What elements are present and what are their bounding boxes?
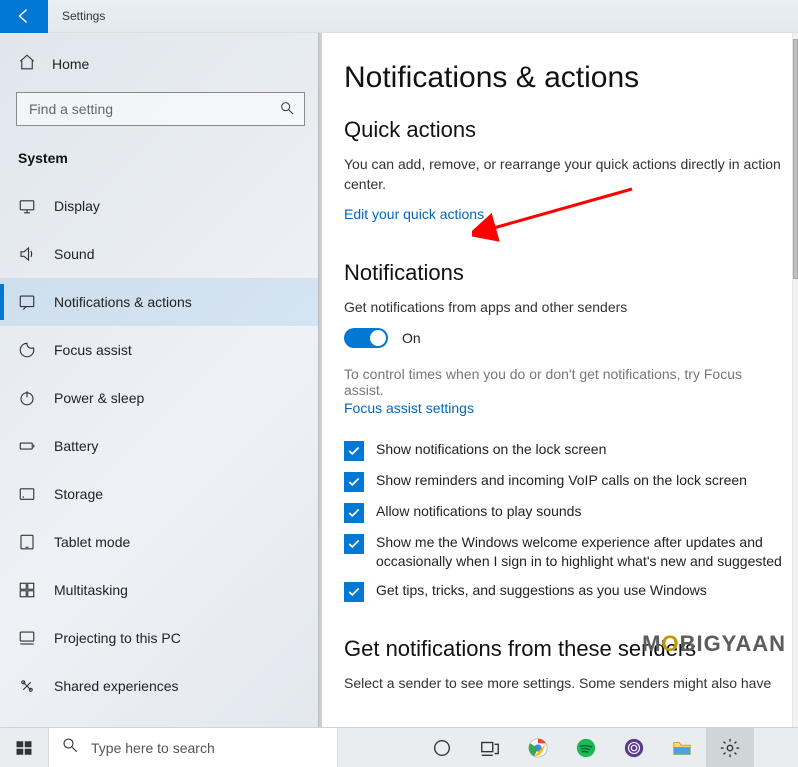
sound-icon — [18, 245, 36, 263]
sidebar: Home System Display Sound — [0, 33, 322, 727]
check-label: Get tips, tricks, and suggestions as you… — [376, 581, 707, 600]
check-label: Show me the Windows welcome experience a… — [376, 533, 784, 571]
tablet-icon — [18, 533, 36, 551]
checkbox-checked-icon — [344, 441, 364, 461]
back-button[interactable] — [0, 0, 48, 33]
nav-item-tablet-mode[interactable]: Tablet mode — [0, 518, 321, 566]
taskbar-settings[interactable] — [706, 728, 754, 767]
nav-item-label: Battery — [54, 438, 98, 454]
page-title: Notifications & actions — [344, 61, 788, 95]
check-welcome-experience[interactable]: Show me the Windows welcome experience a… — [344, 533, 784, 571]
notifications-icon — [18, 293, 36, 311]
nav-item-label: Notifications & actions — [54, 294, 192, 310]
nav-item-label: Display — [54, 198, 100, 214]
taskbar-tor[interactable] — [610, 728, 658, 767]
window-title: Settings — [62, 9, 105, 23]
taskbar-search[interactable]: Type here to search — [48, 728, 338, 767]
title-bar: Settings — [0, 0, 798, 33]
quick-actions-heading: Quick actions — [344, 117, 788, 143]
check-label: Allow notifications to play sounds — [376, 502, 581, 521]
focus-assist-hint: To control times when you do or don't ge… — [344, 366, 784, 398]
search-icon — [61, 736, 79, 759]
nav-item-shared-experiences[interactable]: Shared experiences — [0, 662, 321, 710]
taskbar-chrome[interactable] — [514, 728, 562, 767]
content-pane: Notifications & actions Quick actions Yo… — [322, 33, 798, 727]
home-icon — [18, 53, 36, 74]
taskbar-cortana[interactable] — [418, 728, 466, 767]
search-icon — [279, 100, 295, 121]
sidebar-nav: Display Sound Notifications & actions Fo… — [0, 182, 321, 727]
taskview-icon — [479, 737, 501, 759]
spotify-icon — [575, 737, 597, 759]
check-label: Show notifications on the lock screen — [376, 440, 606, 459]
checkbox-checked-icon — [344, 534, 364, 554]
tor-icon — [623, 737, 645, 759]
focus-assist-settings-link[interactable]: Focus assist settings — [344, 400, 474, 416]
power-icon — [18, 389, 36, 407]
nav-item-label: Multitasking — [54, 582, 128, 598]
checkbox-checked-icon — [344, 503, 364, 523]
watermark-text: MOBIGYAAN — [642, 631, 786, 657]
nav-item-display[interactable]: Display — [0, 182, 321, 230]
nav-item-battery[interactable]: Battery — [0, 422, 321, 470]
nav-home-label: Home — [52, 56, 89, 72]
taskbar: Type here to search — [0, 727, 798, 767]
content-scrollbar[interactable] — [792, 33, 798, 727]
nav-item-storage[interactable]: Storage — [0, 470, 321, 518]
notifications-master-label: Get notifications from apps and other se… — [344, 298, 784, 318]
nav-item-power-sleep[interactable]: Power & sleep — [0, 374, 321, 422]
nav-item-projecting[interactable]: Projecting to this PC — [0, 614, 321, 662]
multitasking-icon — [18, 581, 36, 599]
edit-quick-actions-link[interactable]: Edit your quick actions — [344, 206, 484, 222]
taskbar-spotify[interactable] — [562, 728, 610, 767]
windows-logo-icon — [15, 739, 33, 757]
sidebar-section-head: System — [0, 140, 321, 182]
sidebar-scrollbar[interactable] — [318, 33, 321, 727]
display-icon — [18, 197, 36, 215]
nav-item-multitasking[interactable]: Multitasking — [0, 566, 321, 614]
quick-actions-desc: You can add, remove, or rearrange your q… — [344, 155, 784, 194]
scrollbar-thumb[interactable] — [793, 39, 798, 279]
gear-icon — [719, 737, 741, 759]
focus-assist-icon — [18, 341, 36, 359]
checkbox-checked-icon — [344, 582, 364, 602]
check-tips-tricks[interactable]: Get tips, tricks, and suggestions as you… — [344, 581, 784, 602]
sidebar-search[interactable] — [16, 92, 305, 126]
nav-item-label: Tablet mode — [54, 534, 130, 550]
checkbox-checked-icon — [344, 472, 364, 492]
nav-item-label: Sound — [54, 246, 94, 262]
storage-icon — [18, 485, 36, 503]
toggle-state-text: On — [402, 330, 421, 346]
taskbar-search-text: Type here to search — [91, 740, 215, 756]
nav-item-label: Shared experiences — [54, 678, 179, 694]
arrow-left-icon — [15, 7, 33, 25]
check-label: Show reminders and incoming VoIP calls o… — [376, 471, 747, 490]
senders-desc: Select a sender to see more settings. So… — [344, 674, 784, 694]
search-input[interactable] — [16, 92, 305, 126]
start-button[interactable] — [0, 728, 48, 767]
chrome-icon — [527, 737, 549, 759]
projecting-icon — [18, 629, 36, 647]
notifications-heading: Notifications — [344, 260, 788, 286]
notifications-master-toggle[interactable] — [344, 328, 388, 348]
cortana-icon — [431, 737, 453, 759]
nav-item-focus-assist[interactable]: Focus assist — [0, 326, 321, 374]
battery-icon — [18, 437, 36, 455]
nav-item-label: Storage — [54, 486, 103, 502]
nav-item-sound[interactable]: Sound — [0, 230, 321, 278]
nav-home[interactable]: Home — [0, 33, 321, 86]
notification-checkboxes: Show notifications on the lock screen Sh… — [344, 440, 784, 602]
taskbar-file-explorer[interactable] — [658, 728, 706, 767]
nav-item-notifications[interactable]: Notifications & actions — [0, 278, 321, 326]
nav-item-label: Power & sleep — [54, 390, 144, 406]
shared-icon — [18, 677, 36, 695]
check-lockscreen-reminders[interactable]: Show reminders and incoming VoIP calls o… — [344, 471, 784, 492]
taskbar-taskview[interactable] — [466, 728, 514, 767]
folder-icon — [671, 737, 693, 759]
check-lockscreen-notifications[interactable]: Show notifications on the lock screen — [344, 440, 784, 461]
nav-item-label: Projecting to this PC — [54, 630, 181, 646]
check-play-sounds[interactable]: Allow notifications to play sounds — [344, 502, 784, 523]
nav-item-label: Focus assist — [54, 342, 132, 358]
notifications-master-toggle-row: On — [344, 328, 788, 348]
